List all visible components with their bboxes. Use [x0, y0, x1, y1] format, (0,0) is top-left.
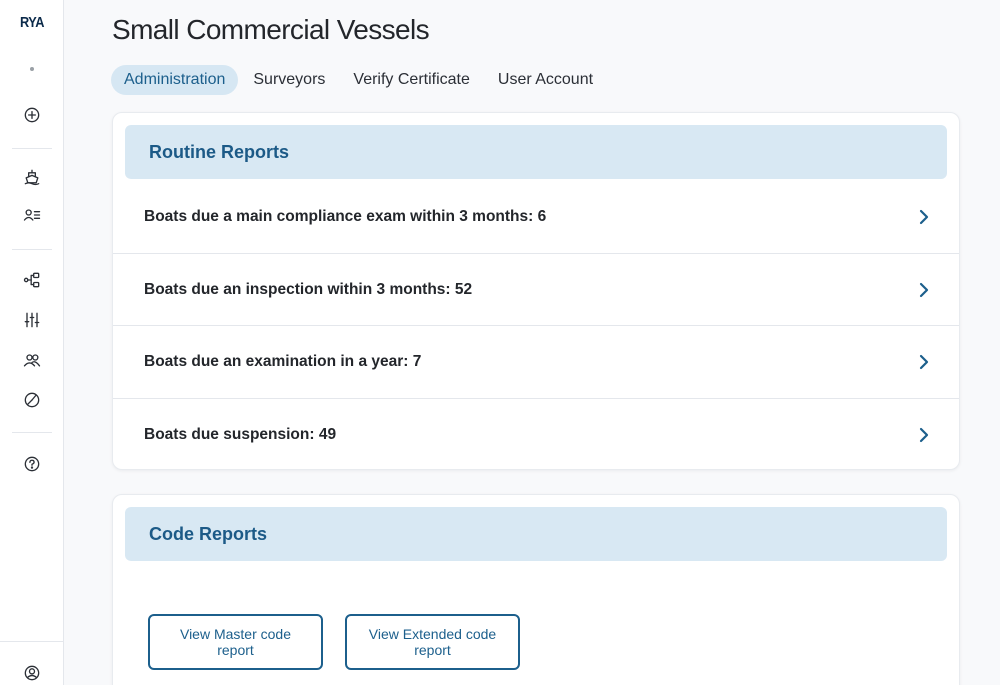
report-label: Boats due a main compliance exam within … [144, 208, 547, 225]
sliders-icon[interactable] [20, 308, 44, 332]
help-icon[interactable] [20, 452, 44, 476]
report-row-inspection[interactable]: Boats due an inspection within 3 months:… [113, 253, 959, 325]
view-master-code-report-button[interactable]: View Master code report [148, 614, 323, 670]
tab-user-account[interactable]: User Account [485, 65, 606, 95]
routine-reports-title: Routine Reports [149, 141, 290, 162]
sidebar-divider [12, 249, 52, 250]
code-reports-title: Code Reports [149, 523, 268, 544]
report-row-examination[interactable]: Boats due an examination in a year: 7 [113, 325, 959, 397]
boat-icon[interactable] [20, 165, 44, 189]
code-reports-header: Code Reports [125, 507, 947, 561]
account-icon[interactable] [20, 661, 44, 685]
report-row-suspension[interactable]: Boats due suspension: 49 [113, 398, 959, 470]
workflow-icon[interactable] [20, 268, 44, 292]
app-root: RYA Small Commercial Vessels Administrat… [0, 0, 1000, 685]
sidebar-divider [0, 641, 64, 642]
report-label: Boats due an examination in a year: 7 [144, 352, 422, 370]
chevron-right-icon [915, 426, 933, 444]
status-dot [30, 67, 34, 71]
tab-administration[interactable]: Administration [111, 65, 239, 95]
tab-verify-certificate[interactable]: Verify Certificate [340, 65, 482, 95]
view-extended-code-report-button[interactable]: View Extended code report [345, 614, 520, 670]
add-circle-icon[interactable] [20, 103, 44, 127]
pie-chart-icon[interactable] [20, 388, 44, 412]
rya-logo[interactable]: RYA [5, 14, 59, 31]
chevron-right-icon [915, 353, 933, 371]
report-label: Boats due suspension: 49 [144, 425, 337, 443]
report-label: Boats due an inspection within 3 months:… [144, 280, 473, 298]
page-title: Small Commercial Vessels [112, 14, 430, 45]
tab-bar: Administration Surveyors Verify Certific… [111, 65, 608, 95]
chevron-right-icon [915, 281, 933, 299]
users-icon[interactable] [20, 348, 44, 372]
tab-surveyors[interactable]: Surveyors [240, 65, 338, 95]
sidebar-divider [12, 432, 52, 433]
code-reports-card: Code Reports View Master code report Vie… [112, 494, 960, 685]
routine-reports-header: Routine Reports [125, 125, 947, 179]
report-row-main-compliance[interactable]: Boats due a main compliance exam within … [113, 181, 959, 253]
chevron-right-icon [915, 208, 933, 226]
main-content: Small Commercial Vessels Administration … [64, 0, 1000, 685]
user-list-icon[interactable] [20, 203, 44, 227]
sidebar-divider [12, 148, 52, 149]
sidebar: RYA [0, 0, 64, 685]
routine-reports-card: Routine Reports Boats due a main complia… [112, 112, 960, 470]
